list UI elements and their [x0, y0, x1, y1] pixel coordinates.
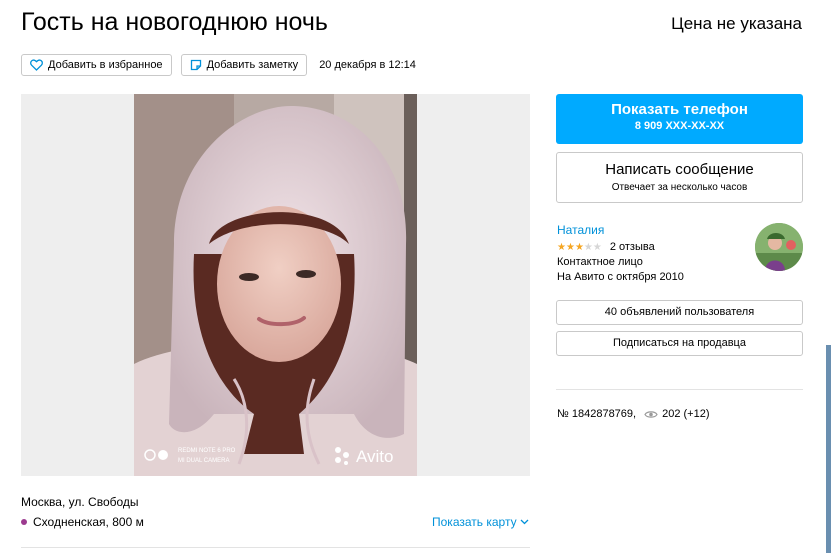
star-icon: ★ — [557, 241, 566, 253]
chevron-down-icon — [520, 519, 529, 525]
star-icon: ★ — [574, 241, 584, 253]
star-empty-icon: ★ — [592, 241, 602, 253]
seller-role: Контактное лицо — [557, 256, 643, 268]
listing-id: № 1842878769, — [557, 408, 637, 420]
seller-info: Наталия ★★★★★ 2 отзыва Контактное лицо Н… — [557, 223, 757, 283]
seller-since: На Авито с октября 2010 — [557, 271, 684, 283]
subscribe-seller-button[interactable]: Подписаться на продавца — [556, 331, 803, 356]
masked-phone: 8 909 XXX-XX-XX — [634, 120, 725, 132]
add-favorite-label: Добавить в избранное — [48, 59, 163, 71]
bottom-divider — [21, 547, 530, 548]
address: Москва, ул. Свободы — [21, 495, 139, 509]
show-phone-button[interactable]: Показать телефон 8 909 XXX-XX-XX — [556, 94, 803, 144]
show-map-link[interactable]: Показать карту — [432, 515, 529, 529]
listing-actions: Добавить в избранное Добавить заметку 20… — [21, 54, 416, 76]
response-time: Отвечает за несколько часов — [611, 182, 748, 193]
star-empty-icon: ★ — [583, 241, 593, 253]
publish-date: 20 декабря в 12:14 — [319, 59, 416, 71]
camera-watermark-line1: REDMI NOTE 6 PRO — [178, 448, 236, 454]
show-map-label: Показать карту — [432, 515, 517, 529]
page-title: Гость на новогоднюю ночь — [21, 8, 328, 36]
note-icon — [190, 59, 201, 71]
seller-ads-button[interactable]: 40 объявлений пользователя — [556, 300, 803, 325]
write-message-label: Написать сообщение — [605, 161, 754, 178]
reviews-count: 2 отзыва — [609, 241, 655, 253]
rating-stars: ★★★★★ — [557, 242, 602, 253]
add-favorite-button[interactable]: Добавить в избранное — [21, 54, 172, 76]
show-phone-label: Показать телефон — [611, 101, 748, 118]
seller-name-link[interactable]: Наталия — [557, 223, 757, 237]
photo-gallery[interactable]: REDMI NOTE 6 PRO MI DUAL CAMERA Avito — [21, 94, 530, 476]
adjacent-ad-edge — [826, 345, 831, 553]
avito-watermark: Avito — [356, 447, 394, 466]
metro-label: Сходненская, 800 м — [33, 515, 144, 529]
metro-station: Сходненская, 800 м — [21, 515, 144, 529]
sidebar-divider — [556, 389, 803, 390]
avatar-image — [755, 223, 803, 271]
price: Цена не указана — [671, 14, 802, 33]
listing-photo: REDMI NOTE 6 PRO MI DUAL CAMERA Avito — [134, 94, 417, 476]
add-note-label: Добавить заметку — [206, 59, 299, 71]
write-message-button[interactable]: Написать сообщение Отвечает за несколько… — [556, 152, 803, 203]
metro-line-dot — [21, 519, 27, 525]
add-note-button[interactable]: Добавить заметку — [180, 54, 308, 76]
heart-icon — [30, 59, 43, 71]
seller-avatar[interactable] — [755, 223, 803, 271]
camera-watermark-line2: MI DUAL CAMERA — [178, 458, 229, 464]
views-count: 202 (+12) — [662, 408, 710, 420]
star-icon: ★ — [565, 241, 575, 253]
eye-icon — [644, 410, 658, 418]
seller-rating[interactable]: ★★★★★ 2 отзыва — [557, 241, 757, 253]
listing-meta: № 1842878769, 202 (+12) — [557, 408, 710, 420]
